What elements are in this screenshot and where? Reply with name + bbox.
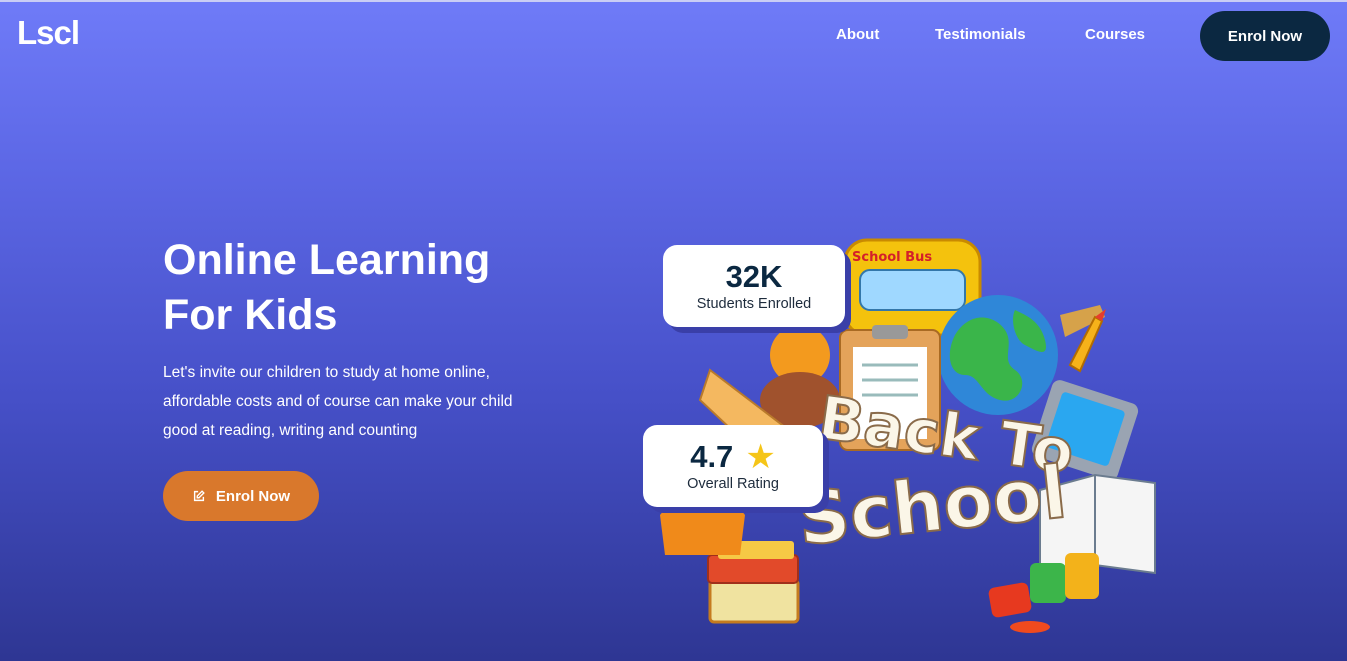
rating-row: 4.7 ★: [690, 438, 776, 476]
hero-description-line-1: Let's invite our children to study at ho…: [163, 364, 490, 381]
nav-courses[interactable]: Courses: [1085, 26, 1145, 43]
hero-title-line-1: Online Learning: [163, 236, 491, 284]
star-icon: ★: [745, 438, 776, 476]
nav-testimonials[interactable]: Testimonials: [935, 26, 1026, 43]
enrol-now-hero-label: Enrol Now: [215, 487, 291, 505]
rating-label: Overall Rating: [687, 476, 779, 492]
back-to-school-headline: Back To School: [793, 382, 1079, 562]
hero-title: Online Learning For Kids: [163, 233, 583, 343]
logo[interactable]: Lscl: [17, 14, 80, 52]
enrol-now-header-button[interactable]: Enrol Now: [1200, 11, 1330, 61]
students-enrolled-label: Students Enrolled: [696, 296, 812, 312]
paint-pots-graphic: [988, 553, 1099, 633]
nav-about[interactable]: About: [836, 26, 879, 43]
hero-description-line-2: affordable costs and of course can make …: [163, 393, 513, 410]
hero-title-line-2: For Kids: [163, 291, 338, 339]
bus-label: School Bus: [852, 250, 932, 265]
rating-value: 4.7: [690, 439, 734, 474]
students-enrolled-card: 32K Students Enrolled: [663, 245, 845, 327]
hero-description-line-3: good at reading, writing and counting: [163, 422, 418, 439]
overall-rating-card: 4.7 ★ Overall Rating: [643, 425, 823, 507]
top-border: [0, 0, 1347, 2]
enrol-now-hero-button[interactable]: Enrol Now: [163, 471, 319, 521]
bell-graphic: [660, 500, 745, 555]
students-enrolled-value: 32K: [725, 259, 783, 294]
hero-description: Let's invite our children to study at ho…: [163, 358, 553, 445]
headline-line-2: School: [794, 450, 1071, 562]
edit-icon: [193, 490, 205, 502]
